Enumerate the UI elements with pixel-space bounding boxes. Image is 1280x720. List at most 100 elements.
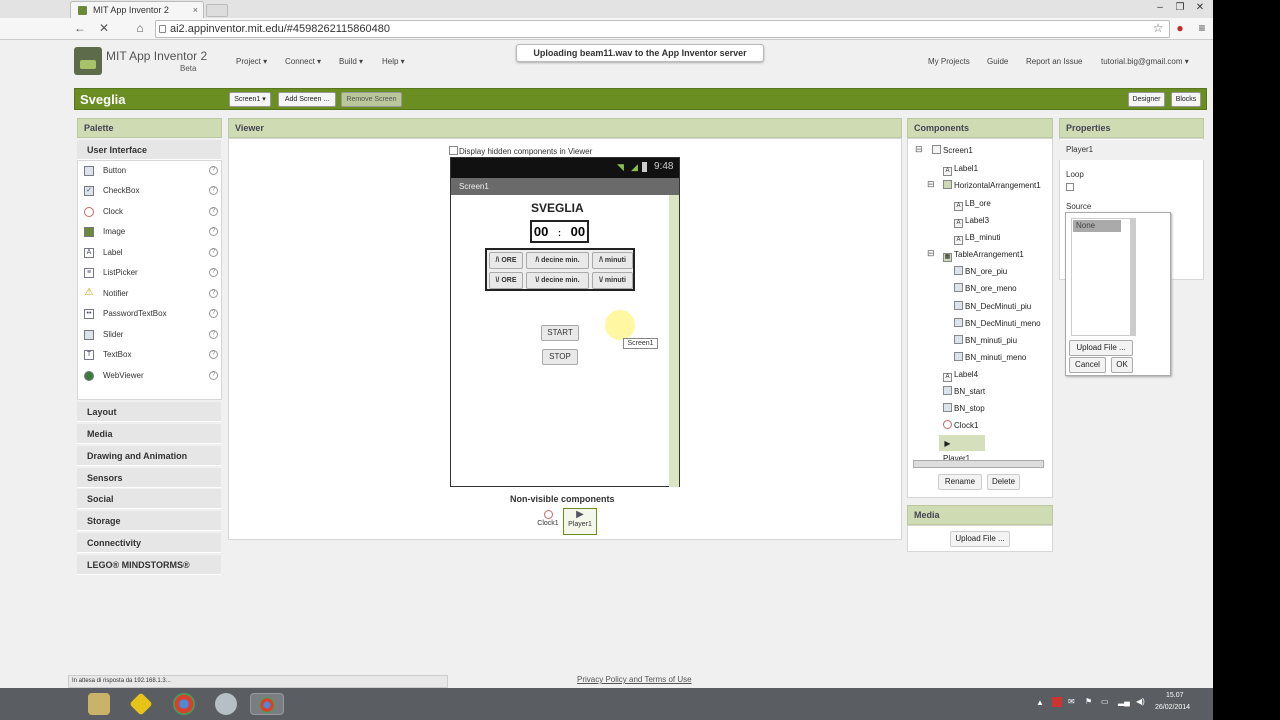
palette-item-webviewer[interactable]: WebViewer? (82, 367, 218, 385)
category-user-interface[interactable]: User Interface (77, 140, 221, 160)
tray-flag-icon[interactable]: ⚑ (1085, 697, 1092, 706)
add-screen-button[interactable]: Add Screen ... (278, 92, 336, 107)
delete-button[interactable]: Delete (987, 474, 1020, 490)
tree-label4[interactable]: A Label4 (943, 367, 978, 383)
menu-help[interactable]: Help ▾ (382, 57, 405, 66)
help-icon[interactable]: ? (209, 166, 218, 175)
table-arrangement[interactable]: /\ ORE /\ decine min. /\ minuti \/ ORE \… (485, 248, 635, 291)
collapse-icon[interactable]: ⊟ (927, 179, 935, 190)
rename-button[interactable]: Rename (938, 474, 982, 490)
my-projects-link[interactable]: My Projects (928, 57, 970, 66)
help-icon[interactable]: ? (209, 289, 218, 298)
palette-item-label[interactable]: A Label? (82, 244, 218, 262)
tree-clock1[interactable]: Clock1 (943, 418, 978, 434)
clock-time[interactable]: 15.07 (1166, 692, 1184, 699)
help-icon[interactable]: ? (209, 330, 218, 339)
chrome-icon[interactable] (173, 693, 195, 715)
decmin-meno-button[interactable]: \/ decine min. (526, 272, 589, 289)
minuti-piu-button[interactable]: /\ minuti (592, 252, 633, 269)
help-icon[interactable]: ? (209, 268, 218, 277)
tree-player1[interactable]: ▶Player1 (939, 435, 985, 463)
palette-item-textbox[interactable]: T TextBox? (82, 346, 218, 364)
tray-volume-icon[interactable]: ◀) (1136, 697, 1145, 706)
phone-preview[interactable]: ◥ ◢ 9:48 Screen1 SVEGLIA 00 : 00 /\ ORE … (450, 157, 680, 487)
loop-checkbox[interactable] (1066, 183, 1074, 191)
palette-item-checkbox[interactable]: ✓ CheckBox? (82, 182, 218, 200)
tree-bn-decminuti-meno[interactable]: BN_DecMinuti_meno (954, 316, 1041, 332)
app-title-label[interactable]: SVEGLIA (531, 201, 584, 215)
collapse-icon[interactable]: ⊟ (915, 144, 923, 155)
collapse-icon[interactable]: ⊟ (927, 248, 935, 259)
help-icon[interactable]: ? (209, 309, 218, 318)
tray-signal-icon[interactable]: ▂▄ (1118, 697, 1130, 706)
tree-bn-ore-piu[interactable]: BN_ore_piu (954, 264, 1007, 280)
menu-icon[interactable]: ≡ (1194, 21, 1210, 35)
tree-bn-start[interactable]: BN_start (943, 384, 985, 400)
tree-horizontalarrangement1[interactable]: HorizontalArrangement1 (943, 178, 1041, 194)
designer-button[interactable]: Designer (1128, 92, 1165, 107)
menu-connect[interactable]: Connect ▾ (285, 57, 321, 66)
tree-lb-minuti[interactable]: A LB_minuti (954, 230, 1001, 246)
tree-tablearrangement1[interactable]: ▦ TableArrangement1 (943, 247, 1024, 263)
tree-screen1[interactable]: Screen1 (932, 143, 973, 159)
report-issue-link[interactable]: Report an Issue (1026, 57, 1082, 66)
category-media[interactable]: Media (77, 424, 221, 444)
help-icon[interactable]: ? (209, 248, 218, 257)
browser-tab[interactable]: MIT App Inventor 2 × (70, 1, 204, 18)
palette-item-image[interactable]: Image? (82, 223, 218, 241)
nonvisible-clock[interactable]: Clock1 (535, 508, 561, 534)
menu-project[interactable]: Project ▾ (236, 57, 267, 66)
tray-arrow-icon[interactable]: ▲ (1036, 698, 1044, 707)
extension-icon[interactable]: ● (1172, 21, 1188, 35)
tree-bn-stop[interactable]: BN_stop (943, 401, 985, 417)
stop-button[interactable]: STOP (542, 349, 578, 365)
tree-bn-minuti-piu[interactable]: BN_minuti_piu (954, 333, 1017, 349)
account-menu[interactable]: tutorial.big@gmail.com ▾ (1101, 57, 1189, 66)
palette-item-passwordtextbox[interactable]: •• PasswordTextBox? (82, 305, 218, 323)
source-upload-button[interactable]: Upload File ... (1069, 340, 1133, 356)
back-arrow-icon[interactable]: ← (72, 21, 88, 35)
file-explorer-icon[interactable] (88, 693, 110, 715)
time-display[interactable]: 00 : 00 (530, 220, 589, 243)
stop-loading-icon[interactable]: ✕ (96, 21, 112, 35)
chrome-active-icon[interactable] (250, 693, 284, 715)
clock-date[interactable]: 26/02/2014 (1155, 704, 1190, 711)
palette-item-notifier[interactable]: ⚠ Notifier? (82, 285, 218, 303)
phone-scrollbar[interactable] (669, 195, 679, 487)
address-input[interactable]: ai2.appinventor.mit.edu/#459826211586048… (155, 20, 1170, 38)
tray-network-icon[interactable]: ✉ (1068, 697, 1075, 706)
start-button[interactable]: START (541, 325, 579, 341)
category-storage[interactable]: Storage (77, 511, 221, 531)
new-tab-button[interactable] (206, 4, 228, 17)
category-social[interactable]: Social (77, 489, 221, 509)
close-tab-icon[interactable]: × (193, 2, 198, 18)
remove-screen-button[interactable]: Remove Screen (341, 92, 402, 107)
tree-label3[interactable]: A Label3 (954, 213, 989, 229)
restore-icon[interactable]: ❐ (1170, 0, 1190, 16)
cancel-button[interactable]: Cancel (1069, 357, 1106, 373)
help-icon[interactable]: ? (209, 350, 218, 359)
tree-bn-minuti-meno[interactable]: BN_minuti_meno (954, 350, 1026, 366)
nonvisible-player[interactable]: ▶ Player1 (563, 508, 597, 535)
close-window-icon[interactable]: ✕ (1190, 0, 1210, 16)
category-lego-mindstorms[interactable]: LEGO® MINDSTORMS® (77, 555, 221, 575)
app-icon[interactable] (129, 692, 153, 716)
tray-display-icon[interactable]: ▭ (1101, 697, 1109, 706)
help-icon[interactable]: ? (209, 186, 218, 195)
tree-bn-decminuti-piu[interactable]: BN_DecMinuti_piu (954, 299, 1031, 315)
category-sensors[interactable]: Sensors (77, 468, 221, 488)
category-drawing-animation[interactable]: Drawing and Animation (77, 446, 221, 466)
minimize-icon[interactable]: – (1150, 0, 1170, 16)
help-icon[interactable]: ? (209, 371, 218, 380)
palette-item-slider[interactable]: Slider? (82, 326, 218, 344)
components-scrollbar[interactable] (913, 460, 1044, 468)
palette-item-button[interactable]: Button? (82, 162, 218, 180)
source-option-none[interactable]: None (1073, 220, 1121, 232)
tool-icon[interactable] (215, 693, 237, 715)
source-list[interactable]: None (1071, 218, 1136, 336)
guide-link[interactable]: Guide (987, 57, 1008, 66)
help-icon[interactable]: ? (209, 207, 218, 216)
tree-label1[interactable]: A Label1 (943, 161, 978, 177)
tree-bn-ore-meno[interactable]: BN_ore_meno (954, 281, 1017, 297)
hidden-components-checkbox[interactable] (449, 146, 458, 155)
